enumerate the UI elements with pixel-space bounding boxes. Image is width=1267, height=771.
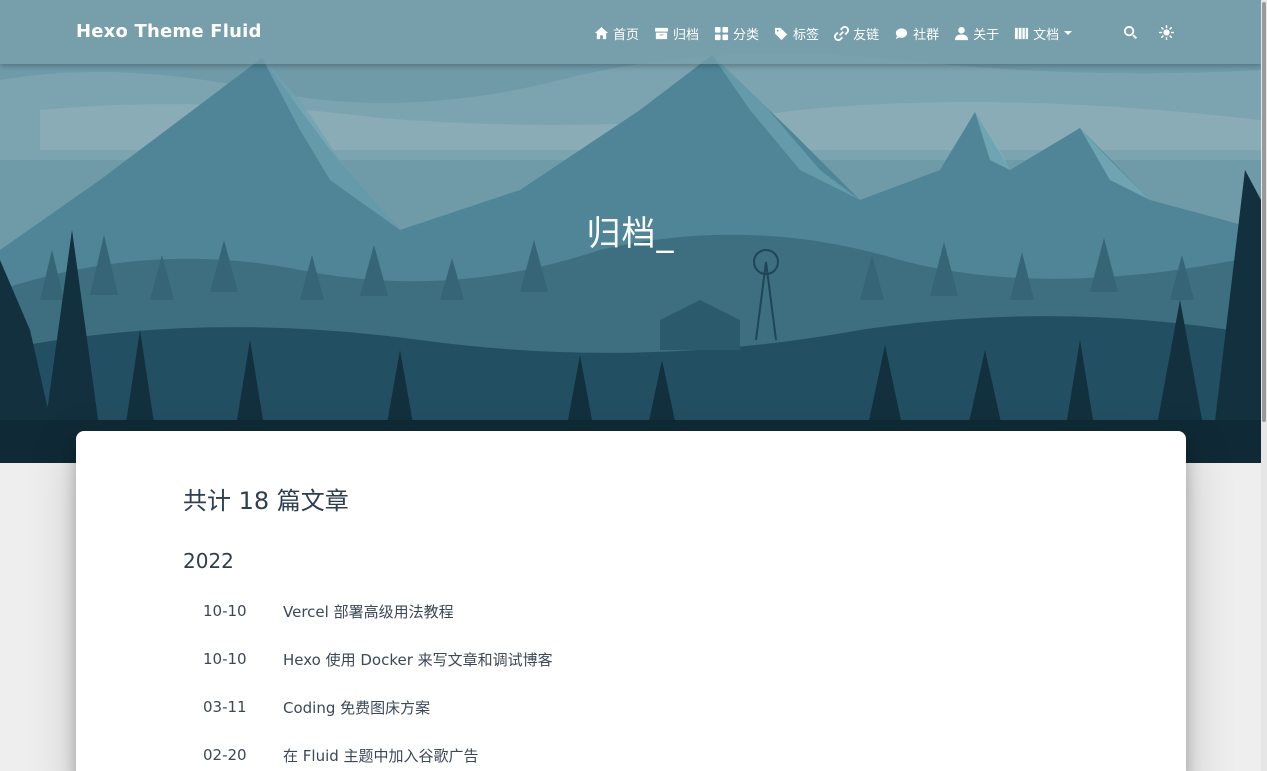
nav-label-category: 分类 xyxy=(733,27,760,43)
category-icon xyxy=(714,26,729,40)
post-title[interactable]: Coding 免费图床方案 xyxy=(283,697,430,718)
nav-item-community[interactable]: 社群 xyxy=(894,24,939,43)
tags-icon xyxy=(774,27,788,40)
page-title: 归档_ xyxy=(586,214,675,254)
nav-label-home: 首页 xyxy=(613,27,640,43)
search-button[interactable] xyxy=(1123,25,1138,40)
list-item[interactable]: 03-11 Coding 免费图床方案 xyxy=(183,683,1083,731)
nav-item-about[interactable]: 关于 xyxy=(954,24,999,43)
post-date: 02-20 xyxy=(203,746,247,764)
home-icon xyxy=(594,26,609,39)
archive-year: 2022 xyxy=(183,549,234,573)
chevron-down-icon xyxy=(1064,31,1073,35)
user-icon xyxy=(955,26,969,40)
nav-item-archive[interactable]: 归档 xyxy=(654,24,699,43)
archive-icon xyxy=(654,27,669,39)
navbar: Hexo Theme Fluid 首页 归档 分类 标签 友链 社群 关于 文档 xyxy=(0,0,1261,64)
post-date: 03-11 xyxy=(203,698,247,716)
nav-label-docs: 文档 xyxy=(1033,27,1060,43)
chat-icon xyxy=(895,27,908,39)
nav-item-tags[interactable]: 标签 xyxy=(774,24,819,43)
archive-board: 共计 18 篇文章 2022 10-10 Vercel 部署高级用法教程 10-… xyxy=(76,431,1186,771)
scrollbar-thumb[interactable] xyxy=(1262,2,1266,422)
nav-label-community: 社群 xyxy=(913,27,940,43)
banner: 归档_ xyxy=(0,0,1261,463)
site-brand[interactable]: Hexo Theme Fluid xyxy=(76,21,262,42)
nav-menu: 首页 归档 分类 标签 友链 社群 关于 文档 xyxy=(594,22,1087,44)
nav-item-docs[interactable]: 文档 xyxy=(1014,24,1073,43)
search-icon xyxy=(1123,25,1138,40)
list-item[interactable]: 10-10 Vercel 部署高级用法教程 xyxy=(183,587,1083,635)
nav-label-links: 友链 xyxy=(853,27,880,43)
link-icon xyxy=(834,25,850,41)
post-list: 10-10 Vercel 部署高级用法教程 10-10 Hexo 使用 Dock… xyxy=(183,587,1083,771)
post-date: 10-10 xyxy=(203,650,247,668)
post-count: 共计 18 篇文章 xyxy=(183,487,349,515)
nav-label-about: 关于 xyxy=(973,27,1000,43)
nav-item-home[interactable]: 首页 xyxy=(594,24,639,43)
nav-item-category[interactable]: 分类 xyxy=(714,24,759,43)
theme-toggle-button[interactable] xyxy=(1159,25,1174,40)
nav-item-links[interactable]: 友链 xyxy=(834,24,879,43)
post-date: 10-10 xyxy=(203,602,247,620)
book-icon xyxy=(1015,27,1029,39)
nav-label-archive: 归档 xyxy=(673,27,700,43)
list-item[interactable]: 10-10 Hexo 使用 Docker 来写文章和调试博客 xyxy=(183,635,1083,683)
page-scrollbar[interactable] xyxy=(1261,0,1267,771)
list-item[interactable]: 02-20 在 Fluid 主题中加入谷歌广告 xyxy=(183,731,1083,771)
sun-icon xyxy=(1159,25,1174,40)
post-title[interactable]: 在 Fluid 主题中加入谷歌广告 xyxy=(283,745,479,766)
nav-label-tags: 标签 xyxy=(793,27,820,43)
post-title[interactable]: Hexo 使用 Docker 来写文章和调试博客 xyxy=(283,649,553,670)
post-title[interactable]: Vercel 部署高级用法教程 xyxy=(283,601,454,622)
